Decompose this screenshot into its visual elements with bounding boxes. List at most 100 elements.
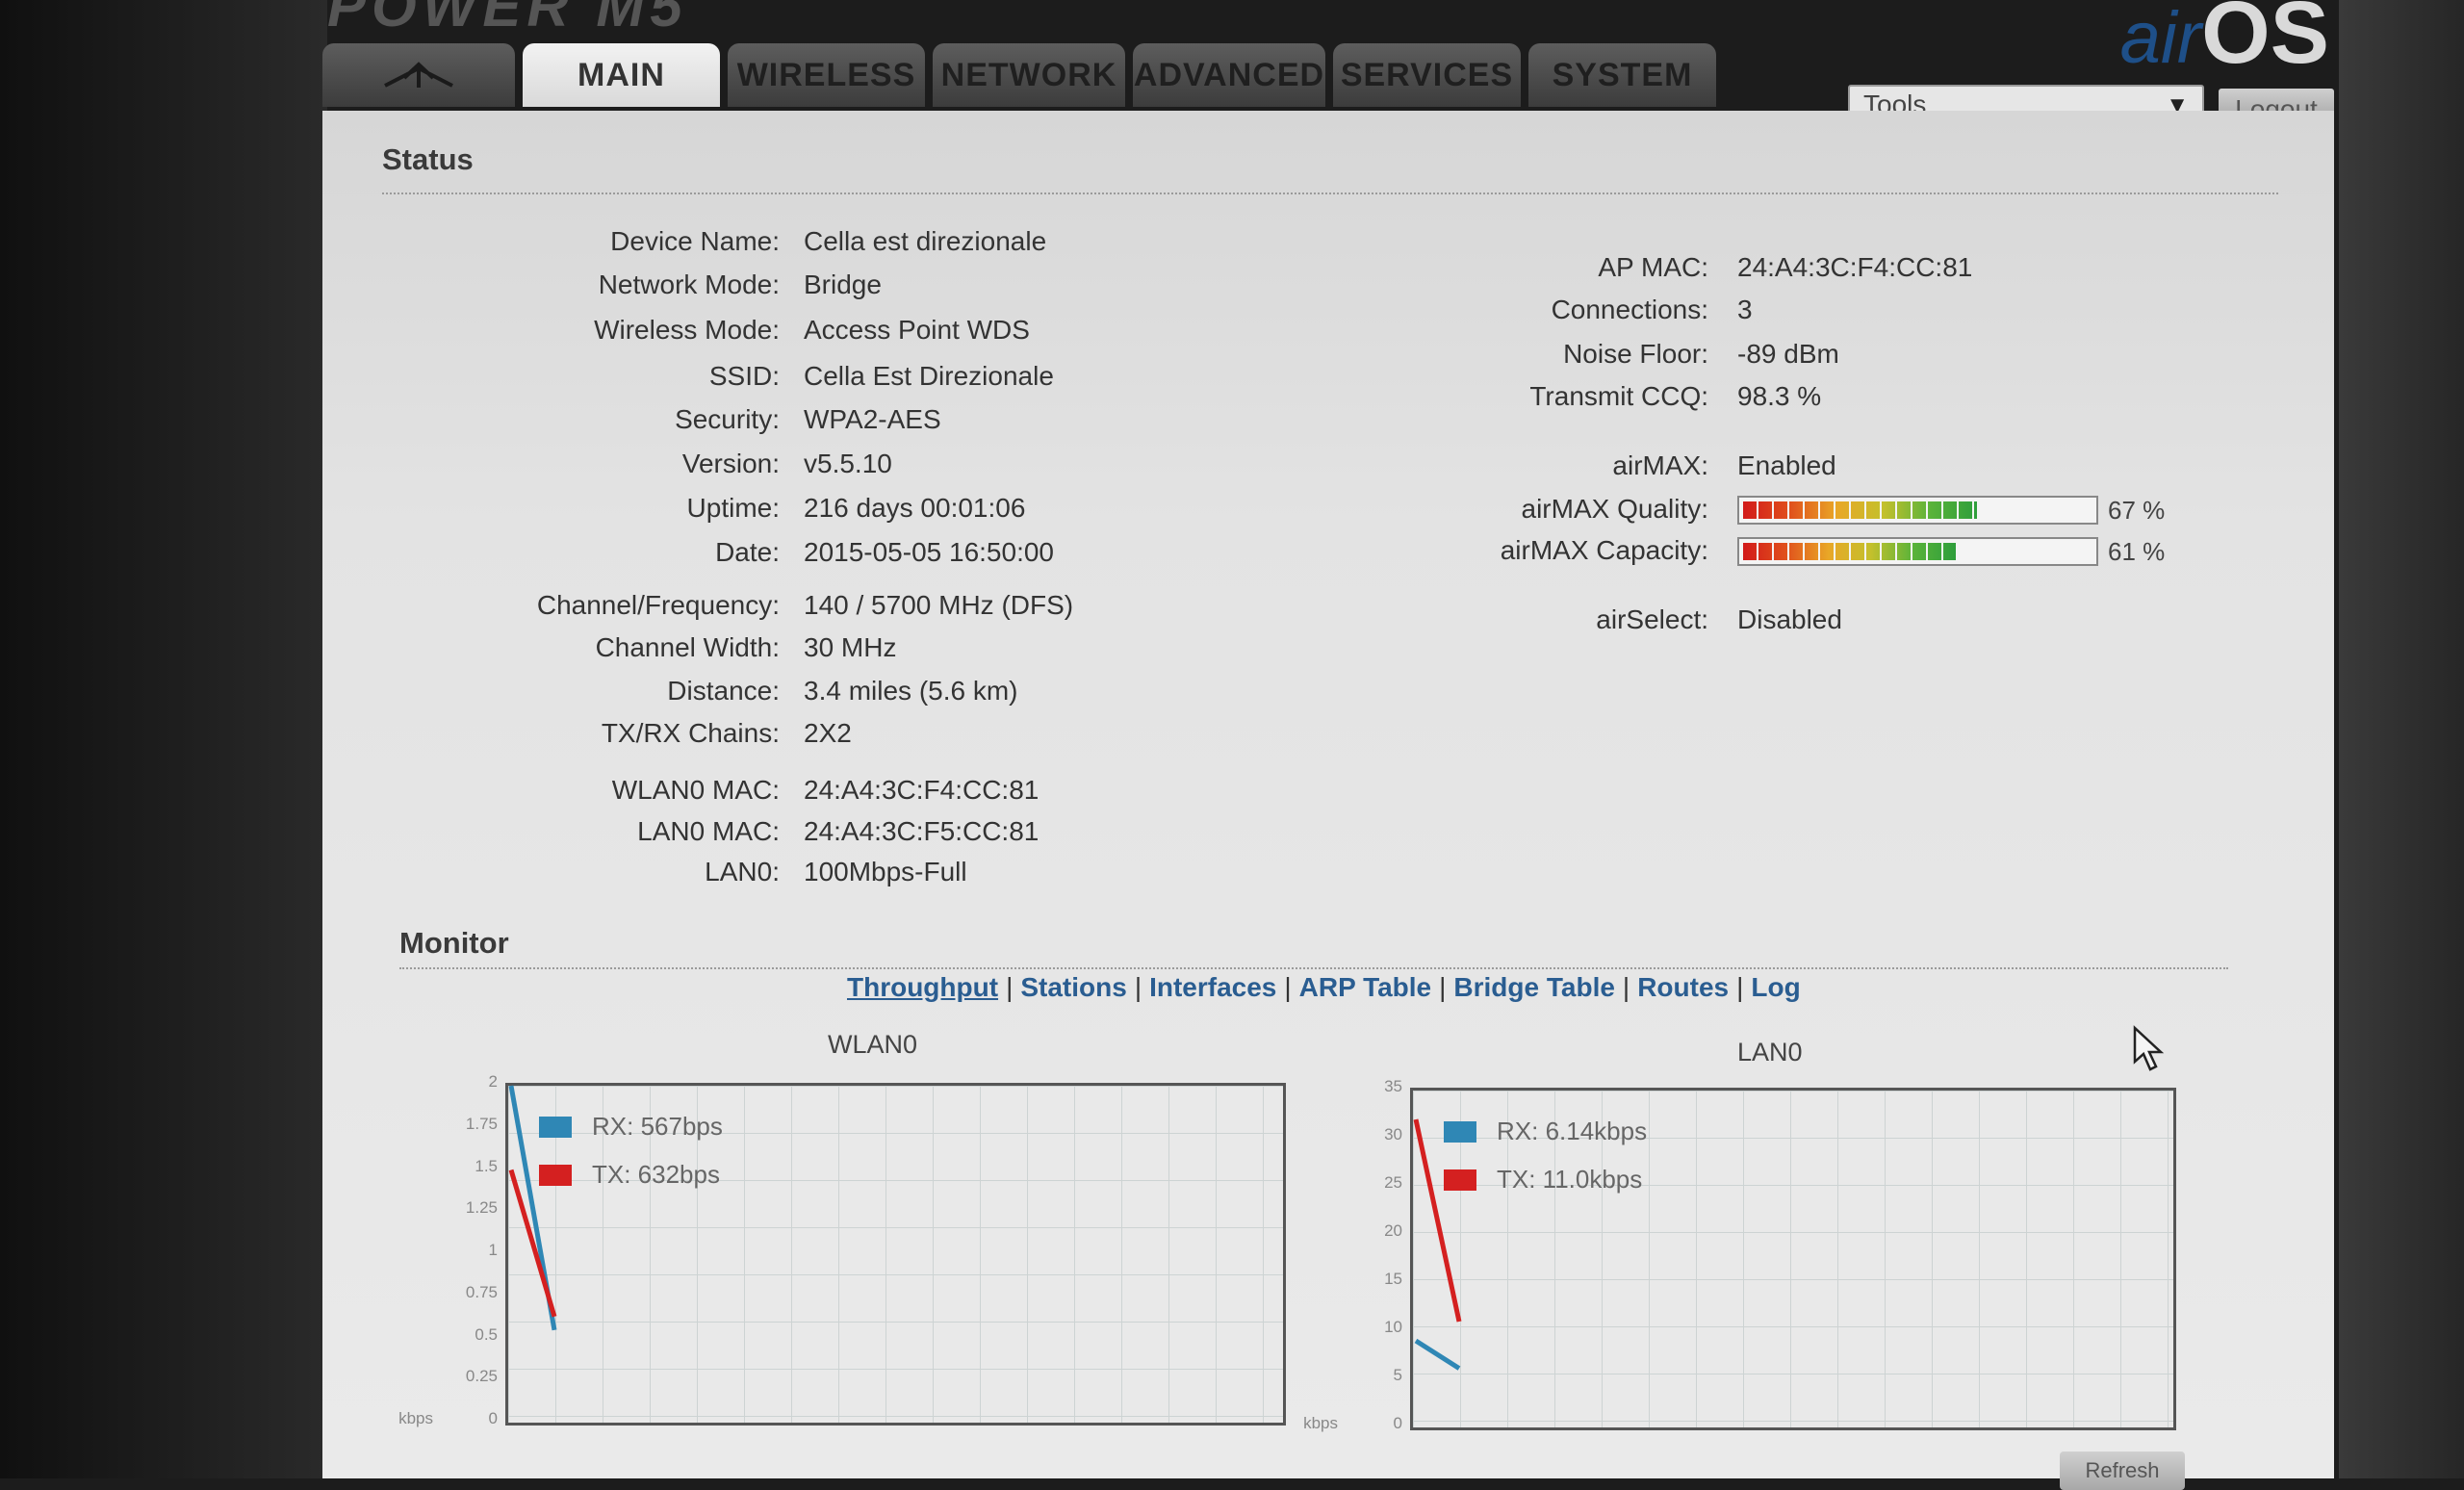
y-tick-label: 15: [1384, 1270, 1402, 1288]
status-label: Connections:: [1551, 295, 1708, 324]
screen-right-edge: [2339, 0, 2464, 1478]
refresh-button[interactable]: Refresh: [2060, 1451, 2185, 1490]
status-value: Enabled: [1737, 450, 1836, 480]
status-value: 3: [1737, 295, 1753, 324]
legend-tx-swatch: [539, 1165, 572, 1186]
status-value: 140 / 5700 MHz (DFS): [804, 590, 1074, 620]
tab-network[interactable]: NETWORK: [933, 43, 1125, 107]
link-bridge-table[interactable]: Bridge Table: [1453, 972, 1615, 1002]
airmax-capacity-meter: [1737, 537, 2098, 566]
status-value: 24:A4:3C:F5:CC:81: [804, 816, 1040, 846]
status-label: Channel/Frequency:: [536, 590, 780, 620]
legend-tx-swatch: [1444, 1169, 1476, 1191]
y-tick-label: 35: [1384, 1077, 1402, 1095]
y-tick-label: 1.25: [465, 1198, 498, 1218]
status-label: Uptime:: [686, 493, 780, 523]
status-label: Device Name:: [610, 226, 780, 256]
chart-lan0-title: LAN0: [1737, 1038, 1803, 1066]
status-label: TX/RX Chains:: [601, 718, 780, 748]
meter-percent: 67 %: [2108, 496, 2166, 525]
status-divider: [382, 193, 2278, 194]
rx-series-line: [1414, 1338, 1461, 1371]
status-label: airMAX Capacity:: [1500, 535, 1708, 565]
tab-main[interactable]: MAIN: [523, 43, 720, 107]
status-label: SSID:: [708, 361, 780, 391]
ubiquiti-logo-icon: [384, 62, 453, 88]
link-separator: |: [1134, 972, 1142, 1002]
status-label: LAN0:: [705, 857, 780, 886]
status-value: Disabled: [1737, 604, 1842, 634]
legend-rx-label: RX: 6.14kbps: [1497, 1117, 1648, 1145]
status-value: 2015-05-05 16:50:00: [804, 537, 1054, 567]
y-tick-label: 0.75: [465, 1282, 498, 1301]
status-label: Network Mode:: [598, 270, 780, 299]
tx-series-line: [1413, 1118, 1462, 1323]
status-value: Cella est direzionale: [804, 226, 1047, 256]
y-axis-unit: kbps: [1303, 1414, 1338, 1432]
link-separator: |: [1284, 972, 1292, 1002]
status-value: 216 days 00:01:06: [804, 493, 1026, 523]
link-separator: |: [1736, 972, 1744, 1002]
y-axis-unit: kbps: [398, 1409, 433, 1427]
y-tick-label: 20: [1384, 1221, 1402, 1240]
screen-left-edge: [0, 0, 327, 1478]
status-label: Security:: [675, 404, 780, 434]
tab-wireless[interactable]: WIRELESS: [728, 43, 925, 107]
mouse-pointer-icon: [2133, 1025, 2165, 1071]
link-separator: |: [1006, 972, 1014, 1002]
status-label: airMAX Quality:: [1521, 494, 1709, 524]
status-value: 24:A4:3C:F4:CC:81: [1737, 252, 1973, 282]
tab-ubiquiti-logo[interactable]: [322, 43, 515, 107]
link-arp-table[interactable]: ARP Table: [1299, 972, 1431, 1002]
status-label: airSelect:: [1596, 604, 1708, 634]
y-tick-label: 1.75: [465, 1114, 498, 1133]
tab-system[interactable]: SYSTEM: [1528, 43, 1716, 107]
y-tick-label: 10: [1384, 1318, 1402, 1336]
monitor-divider: [399, 967, 2228, 969]
status-label: LAN0 MAC:: [637, 816, 780, 846]
legend-rx-label: RX: 567bps: [592, 1112, 723, 1141]
tab-services[interactable]: SERVICES: [1333, 43, 1521, 107]
monitor-links: Throughput | Stations | Interfaces | ARP Table…: [847, 972, 1801, 1003]
airos-logo: airOS: [2119, 0, 2329, 82]
status-value: 3.4 miles (5.6 km): [804, 676, 1018, 706]
y-tick-label: 2: [488, 1072, 498, 1091]
y-tick-label: 5: [1393, 1366, 1402, 1384]
status-value: 98.3 %: [1737, 381, 1822, 411]
status-label: airMAX:: [1612, 450, 1708, 480]
chart-wlan0-title: WLAN0: [828, 1030, 918, 1059]
link-throughput[interactable]: Throughput: [847, 972, 998, 1002]
y-tick-label: 25: [1384, 1173, 1402, 1192]
status-label: Version:: [681, 449, 780, 478]
link-separator: |: [1622, 972, 1630, 1002]
meter-fill: [1743, 501, 1977, 519]
status-value: Bridge: [804, 270, 882, 299]
y-tick-label: 0.25: [465, 1367, 498, 1386]
legend-rx-swatch: [1444, 1121, 1476, 1143]
status-value: -89 dBm: [1737, 339, 1839, 369]
tx-series-line: [508, 1169, 557, 1318]
status-label: Transmit CCQ:: [1529, 381, 1708, 411]
status-value: 2X2: [804, 718, 852, 748]
link-routes[interactable]: Routes: [1637, 972, 1729, 1002]
link-log[interactable]: Log: [1751, 972, 1800, 1002]
y-tick-label: 0: [488, 1409, 498, 1427]
link-interfaces[interactable]: Interfaces: [1149, 972, 1276, 1002]
tab-advanced[interactable]: ADVANCED: [1133, 43, 1325, 107]
status-value: v5.5.10: [804, 449, 892, 478]
y-tick-label: 0: [1393, 1414, 1402, 1432]
y-tick-label: 30: [1384, 1125, 1402, 1143]
y-tick-label: 1: [488, 1241, 498, 1259]
link-stations[interactable]: Stations: [1020, 972, 1126, 1002]
legend-tx-label: TX: 632bps: [592, 1160, 720, 1189]
status-label: AP MAC:: [1598, 252, 1708, 282]
airmax-quality-meter: [1737, 496, 2098, 525]
status-label: Date:: [715, 537, 780, 567]
status-value: 24:A4:3C:F4:CC:81: [804, 775, 1040, 805]
y-tick-label: 0.5: [475, 1324, 498, 1344]
monitor-section-title: Monitor: [399, 926, 509, 960]
status-value: WPA2-AES: [804, 404, 941, 434]
status-label: Noise Floor:: [1563, 339, 1708, 369]
status-label: Wireless Mode:: [594, 315, 780, 345]
main-tabs: MAIN WIRELESS NETWORK ADVANCED SERVICES …: [322, 43, 1716, 111]
